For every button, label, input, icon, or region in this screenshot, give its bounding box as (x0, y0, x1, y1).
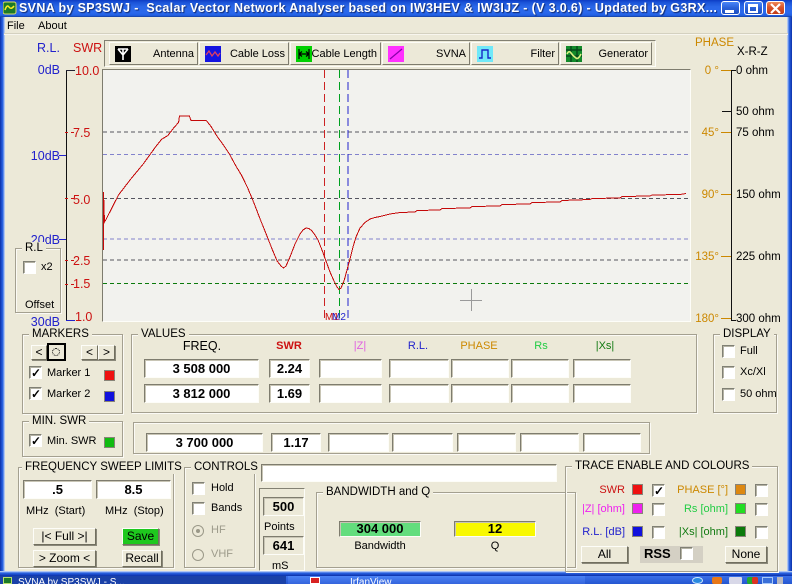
svg-text:M2: M2 (332, 312, 346, 321)
